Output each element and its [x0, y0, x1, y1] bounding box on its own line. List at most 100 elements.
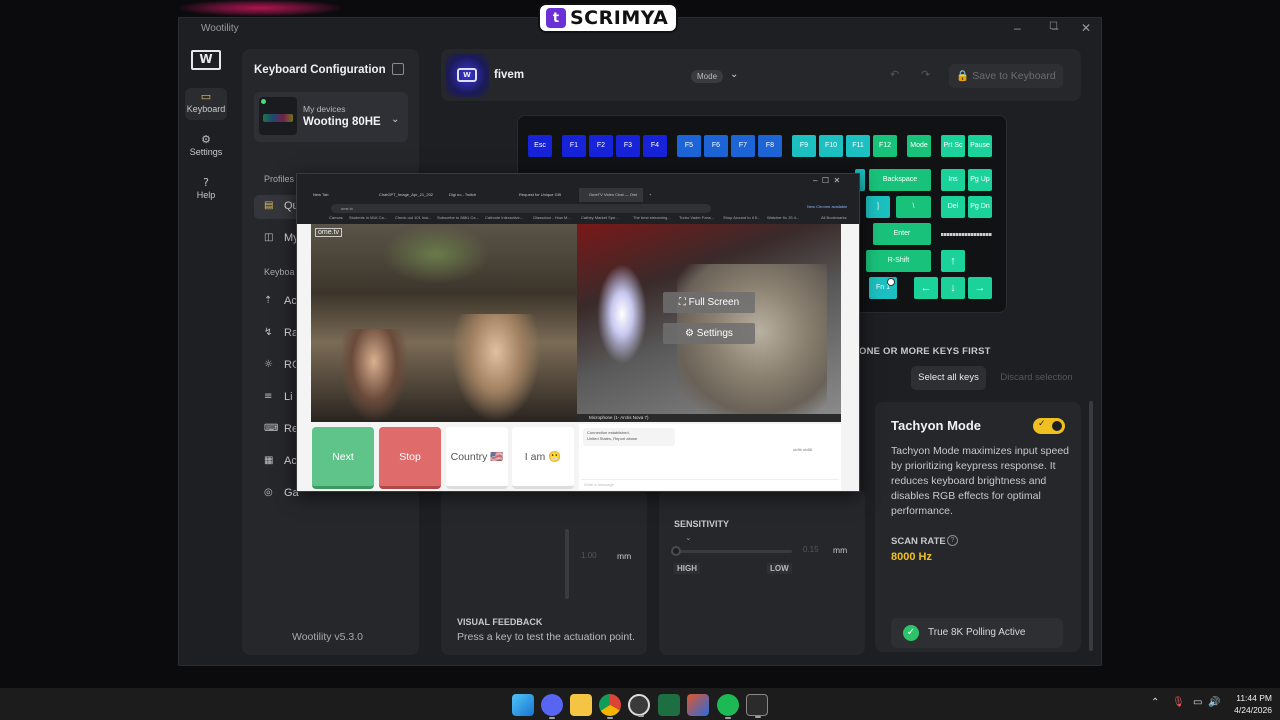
key-f1[interactable]: F1 [562, 135, 586, 157]
rapid-trigger-icon: ↯ [264, 327, 273, 338]
scrollbar[interactable] [1089, 401, 1093, 651]
bookmark[interactable]: Subscribe to 8861 Ca... [437, 215, 479, 220]
browser-tab[interactable]: Digi no - Twitch [439, 188, 503, 202]
key-f7[interactable]: F7 [731, 135, 755, 157]
address-bar[interactable]: ome.tv [331, 204, 711, 213]
key-esc[interactable]: Esc [528, 135, 552, 157]
file-explorer-icon[interactable] [570, 694, 592, 716]
key-arrow-up[interactable]: ↑ [941, 250, 965, 272]
next-button[interactable]: Next [312, 427, 374, 489]
key-f2[interactable]: F2 [589, 135, 613, 157]
key-f4[interactable]: F4 [643, 135, 667, 157]
key-f8[interactable]: F8 [758, 135, 782, 157]
maximize-button[interactable]: ☐ [1049, 21, 1058, 32]
actuation-value[interactable]: 1.00 [581, 551, 597, 560]
office-icon[interactable] [687, 694, 709, 716]
key-backslash[interactable]: \ [896, 196, 931, 218]
browser-window-controls[interactable]: – ☐ ✕ [813, 176, 840, 185]
info-icon[interactable]: ? [947, 535, 958, 546]
browser-tab-active[interactable]: OmeTV Video Chat — Omi [579, 188, 643, 202]
bookmark[interactable]: Cathey Market Spe... [581, 215, 619, 220]
obs-icon[interactable] [628, 694, 650, 717]
close-icon[interactable]: ✕ [1076, 21, 1096, 35]
device-selector[interactable]: My devices Wooting 80HE ⌄ [254, 92, 408, 142]
bookmark[interactable]: The best streaming... [633, 215, 671, 220]
key-right-shift[interactable]: R-Shift [866, 250, 931, 272]
discord-icon[interactable] [541, 694, 563, 719]
key-arrow-right[interactable]: → [968, 277, 992, 299]
key-pause[interactable]: Pause [968, 135, 992, 157]
discard-selection-button[interactable]: Discard selection [994, 366, 1079, 390]
microphone-bar[interactable]: Microphone (1- Arctis Nova 7) [577, 414, 841, 422]
select-all-keys-button[interactable]: Select all keys [911, 366, 986, 390]
key-f12[interactable]: F12 [873, 135, 897, 157]
sensitivity-slider-track[interactable] [674, 550, 792, 553]
bookmark[interactable]: Watcher fix JS 4... [767, 215, 799, 220]
sensitivity-value[interactable]: 0.15 [803, 545, 819, 554]
key-pgup[interactable]: Pg Up [968, 169, 992, 191]
key-enter[interactable]: Enter [873, 223, 931, 245]
redo-icon[interactable]: ↷ [921, 68, 930, 81]
profile-name[interactable]: fivem [494, 69, 524, 81]
bookmark[interactable]: Glassdoor - How M... [533, 215, 571, 220]
key-arrow-left[interactable]: ← [914, 277, 938, 299]
tray-chevron-icon[interactable]: ⌃ [1151, 697, 1159, 708]
key-del[interactable]: Del [941, 196, 965, 218]
rail-item-keyboard[interactable]: ▭ Keyboard [185, 88, 227, 120]
full-screen-button[interactable]: ⛶ Full Screen [663, 292, 755, 313]
stop-button[interactable]: Stop [379, 427, 441, 489]
key-f10[interactable]: F10 [819, 135, 843, 157]
windows-start-icon[interactable] [512, 694, 534, 716]
chevron-down-icon[interactable]: ⌄ [685, 533, 692, 542]
mode-badge[interactable]: Mode [691, 70, 724, 83]
save-to-keyboard-button[interactable]: 🔒 Save to Keyboard [949, 64, 1063, 88]
bookmark[interactable]: Canvas [329, 215, 343, 220]
chrome-icon[interactable] [599, 694, 621, 719]
key-f11[interactable]: F11 [846, 135, 870, 157]
video-settings-button[interactable]: ⚙ Settings [663, 323, 755, 344]
chat-input[interactable]: Write a message [581, 479, 839, 488]
microphone-icon[interactable]: 🎙 [1172, 697, 1185, 708]
key-mode[interactable]: Mode [907, 135, 931, 157]
country-button[interactable]: Country 🇺🇸 [446, 427, 508, 489]
tachyon-toggle[interactable]: ✓ [1033, 418, 1065, 434]
excel-icon[interactable] [658, 694, 680, 716]
bookmark[interactable]: Turbo Vader Fans... [679, 215, 714, 220]
undo-icon[interactable]: ↶ [890, 68, 899, 81]
key-prtsc[interactable]: Prt Sc [941, 135, 965, 157]
rail-item-settings[interactable]: ⚙ Settings [185, 131, 227, 163]
chrome-update-notice[interactable]: New Chrome available [807, 204, 847, 209]
bookmark[interactable]: Cathode Interactive... [485, 215, 523, 220]
i-am-button[interactable]: I am 😬 [512, 427, 574, 489]
browser-tab[interactable]: New Tab [303, 188, 367, 202]
volume-icon[interactable]: 🔊 [1208, 697, 1220, 708]
key-pgdn[interactable]: Pg Dn [968, 196, 992, 218]
wootility-taskbar-icon[interactable] [746, 694, 768, 718]
key-arrow-down[interactable]: ↓ [941, 277, 965, 299]
actuation-slider[interactable] [565, 529, 569, 599]
key-f9[interactable]: F9 [792, 135, 816, 157]
taskbar-time[interactable]: 11:44 PM [1228, 693, 1272, 703]
sensitivity-slider-handle[interactable] [671, 546, 681, 556]
bookmark[interactable]: All Bookmarks [821, 215, 847, 220]
rail-item-help[interactable]: ? Help [185, 174, 227, 206]
spotify-icon[interactable] [717, 694, 739, 719]
key-right-bracket[interactable]: ] [866, 196, 890, 218]
bookmark[interactable]: Shop Around to it 5... [723, 215, 760, 220]
key-backspace[interactable]: Backspace [869, 169, 931, 191]
profile-icon[interactable]: W [457, 68, 477, 82]
taskbar-date[interactable]: 4/24/2026 [1228, 705, 1272, 715]
browser-tab[interactable]: Request for Unique Gift [509, 188, 573, 202]
collapse-panel-icon[interactable] [392, 63, 404, 75]
bookmark[interactable]: Check out 101 Insi... [395, 215, 431, 220]
minimize-button-glyph[interactable]: – [1014, 21, 1021, 35]
chevron-down-icon[interactable]: ⌄ [730, 69, 738, 80]
key-f5[interactable]: F5 [677, 135, 701, 157]
network-icon[interactable]: ▭ [1193, 697, 1202, 708]
browser-tab[interactable]: ChatGPT_Image_Apr_21_2026 [369, 188, 433, 202]
new-tab-button[interactable]: + [647, 188, 657, 202]
key-ins[interactable]: Ins [941, 169, 965, 191]
bookmark[interactable]: Students in MUI Ca... [349, 215, 387, 220]
key-f3[interactable]: F3 [616, 135, 640, 157]
key-f6[interactable]: F6 [704, 135, 728, 157]
